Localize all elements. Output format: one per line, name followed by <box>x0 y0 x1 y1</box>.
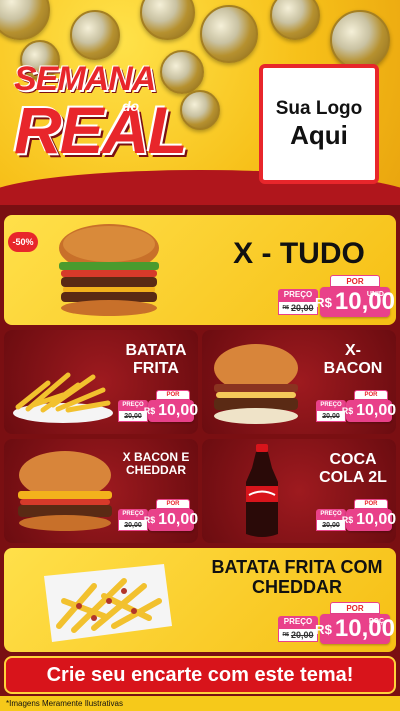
product-name-line1: BATATA <box>125 342 187 359</box>
product-name: X - TUDO <box>233 237 365 270</box>
old-price-prefix: R$ <box>282 305 289 311</box>
price-label: PREÇO <box>278 289 318 301</box>
new-price: R$ 10,00 POÇ <box>315 614 395 644</box>
product-card-coca[interactable]: COCA COLA 2L PREÇO 20,00 POR R$ 10,00 <box>202 439 396 543</box>
unit-label: POÇ <box>368 618 384 625</box>
coin-icon <box>270 0 320 40</box>
new-price: R$ 10,00 <box>342 400 396 422</box>
old-price-prefix: R$ <box>282 632 289 638</box>
new-price: R$ 10,00 <box>342 509 396 531</box>
new-price-value: 10,00 <box>334 615 395 642</box>
new-price-prefix: R$ <box>315 621 332 637</box>
por-label: POR <box>330 602 380 614</box>
por-label: POR <box>354 499 388 509</box>
soda-bottle-image <box>246 444 278 537</box>
new-price-value: 10,00 <box>356 402 396 419</box>
footer-disclaimer: *Imagens Meramente Ilustrativas <box>0 696 400 711</box>
new-price-value: 10,00 <box>356 511 396 528</box>
cheddar-fries-image <box>44 564 172 642</box>
old-price: R$ 20,00 <box>278 628 318 642</box>
product-name-line2: CHEDDAR <box>252 576 342 597</box>
product-card-xbacon[interactable]: X- BACON PREÇO 20,00 POR R$ 10,00 <box>202 330 396 434</box>
por-label: POR <box>156 499 190 509</box>
new-price-prefix: R$ <box>315 294 332 310</box>
product-card-batatacheddar[interactable]: BATATA FRITA COM CHEDDAR PREÇO R$ 20,00 … <box>4 548 396 652</box>
fries-image <box>13 372 113 423</box>
title-real: REAL <box>14 93 188 167</box>
product-name: X BACON E CHEDDAR <box>116 450 196 478</box>
title-de: do <box>122 98 140 114</box>
product-name-line2: COLA 2L <box>319 468 387 486</box>
burger-image <box>214 344 298 424</box>
new-price-prefix: R$ <box>143 406 156 416</box>
new-price: R$ 10,00 <box>144 509 198 531</box>
product-name: BATATA FRITA COM CHEDDAR <box>200 557 394 598</box>
product-name: COCA COLA 2L <box>312 451 394 486</box>
new-price-value: 10,00 <box>158 402 198 419</box>
header-banner: SEMANA do REAL Sua Logo Aqui <box>0 0 400 205</box>
discount-badge: -50% <box>8 232 38 252</box>
unit-label: UNID <box>366 291 384 298</box>
new-price-prefix: R$ <box>143 515 156 525</box>
logo-placeholder[interactable]: Sua Logo Aqui <box>259 64 379 184</box>
coin-icon <box>0 0 50 40</box>
new-price-value: 10,00 <box>158 511 198 528</box>
burger-image <box>18 451 112 531</box>
coin-icon <box>330 10 390 70</box>
logo-line2: Aqui <box>290 119 348 150</box>
product-name-line1: COCA <box>329 451 377 468</box>
new-price-prefix: R$ <box>341 515 354 525</box>
por-label: POR <box>354 390 388 400</box>
campaign-title: SEMANA do REAL <box>14 60 214 167</box>
price-label: PREÇO <box>278 616 318 628</box>
product-name: X- BACON <box>312 342 394 377</box>
new-price-value: 10,00 <box>334 288 395 315</box>
new-price: R$ 10,00 <box>144 400 198 422</box>
product-name-line1: X- <box>345 342 361 359</box>
por-label: POR <box>156 390 190 400</box>
product-card-xtudo[interactable]: X - TUDO PREÇO R$ 20,00 POR R$ 10,00 UNI… <box>4 215 396 325</box>
product-name-line1: BATATA FRITA COM <box>211 557 383 577</box>
coin-icon <box>70 10 120 60</box>
logo-line1: Sua Logo <box>275 97 363 119</box>
por-label: POR <box>330 275 380 287</box>
product-name-line2: BACON <box>323 359 383 377</box>
product-name-line2: FRITA <box>133 359 179 377</box>
old-price: R$ 20,00 <box>278 301 318 315</box>
product-name: BATATA FRITA <box>116 342 196 377</box>
coin-icon <box>140 0 195 40</box>
new-price: R$ 10,00 UNID <box>315 287 395 317</box>
new-price-prefix: R$ <box>341 406 354 416</box>
product-card-xbaconcheddar[interactable]: X BACON E CHEDDAR PREÇO 20,00 POR R$ 10,… <box>4 439 198 543</box>
burger-image <box>59 224 159 316</box>
coin-icon <box>200 5 258 63</box>
old-price-value: 20,00 <box>290 303 314 313</box>
old-price-value: 20,00 <box>290 630 314 640</box>
product-card-batata[interactable]: BATATA FRITA PREÇO 20,00 POR R$ 10,00 <box>4 330 198 434</box>
product-name-line2: CHEDDAR <box>126 463 186 478</box>
create-flyer-button[interactable]: Crie seu encarte com este tema! <box>4 656 396 694</box>
